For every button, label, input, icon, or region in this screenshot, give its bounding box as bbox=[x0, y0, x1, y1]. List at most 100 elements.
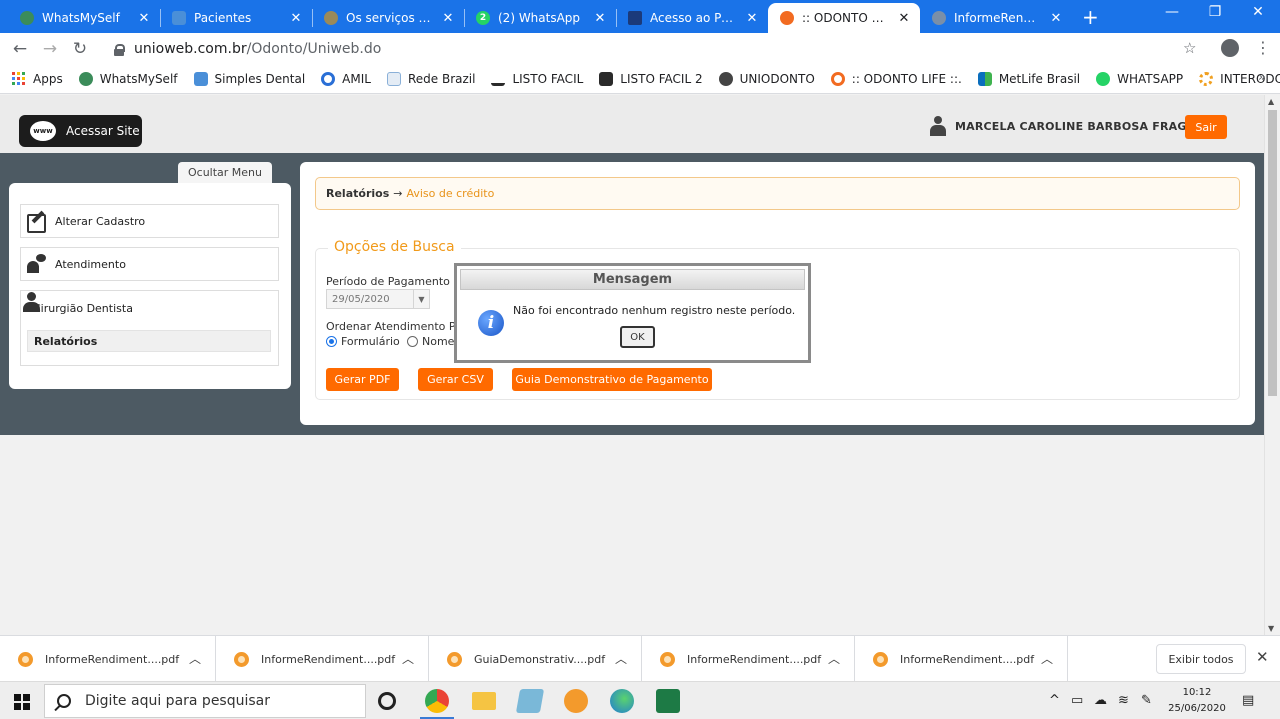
user-icon bbox=[930, 116, 946, 136]
bookmark-whatsapp[interactable]: WHATSAPP bbox=[1096, 71, 1183, 86]
access-site-button[interactable]: www Acessar Site bbox=[19, 115, 142, 147]
scrollbar-thumb[interactable] bbox=[1268, 110, 1277, 396]
forward-button[interactable]: → bbox=[39, 38, 61, 60]
bookmark-star-icon[interactable]: ☆ bbox=[1183, 39, 1196, 57]
close-icon[interactable]: ✕ bbox=[744, 11, 760, 26]
wifi-icon[interactable]: ≋ bbox=[1118, 693, 1129, 708]
logout-button[interactable]: Sair bbox=[1185, 115, 1227, 139]
show-all-downloads-button[interactable]: Exibir todos bbox=[1156, 644, 1246, 674]
notification-icon[interactable]: ▤ bbox=[1242, 693, 1254, 708]
tab-acesso-portal[interactable]: Acesso ao Portal - ✕ bbox=[616, 3, 768, 33]
browser-menu-icon[interactable]: ⋮ bbox=[1255, 38, 1271, 57]
download-item[interactable]: InformeRendiment....pdf ︿ bbox=[642, 636, 855, 682]
download-item[interactable]: InformeRendiment....pdf ︿ bbox=[855, 636, 1068, 682]
tab-whatsapp[interactable]: 2 (2) WhatsApp ✕ bbox=[464, 3, 616, 33]
bookmark-metlife[interactable]: MetLife Brasil bbox=[977, 71, 1080, 86]
sidebar-item-atendimento[interactable]: Atendimento bbox=[20, 247, 279, 281]
bookmark-listo-facil[interactable]: LISTO FACIL bbox=[491, 71, 583, 86]
close-icon[interactable]: ✕ bbox=[136, 11, 152, 26]
close-icon[interactable]: ✕ bbox=[1256, 648, 1269, 666]
order-radio-nome[interactable]: Nome bbox=[407, 335, 454, 348]
bookmark-listo-facil-2[interactable]: LISTO FACIL 2 bbox=[599, 71, 703, 86]
bookmark-simples-dental[interactable]: Simples Dental bbox=[193, 71, 306, 86]
bookmark-odonto-life[interactable]: :: ODONTO LIFE ::. bbox=[830, 71, 962, 86]
page-scrollbar[interactable]: ▲ ▼ bbox=[1264, 95, 1280, 635]
chevron-up-icon[interactable]: ︿ bbox=[1041, 650, 1053, 667]
generate-csv-button[interactable]: Gerar CSV bbox=[418, 368, 493, 391]
payment-period-value: 29/05/2020 bbox=[332, 293, 390, 305]
bookmark-uniodonto[interactable]: UNIODONTO bbox=[718, 71, 815, 86]
tab-whatsmyself[interactable]: WhatsMySelf ✕ bbox=[8, 3, 160, 33]
scroll-up-arrow-icon[interactable]: ▲ bbox=[1268, 97, 1274, 106]
tray-expand-icon[interactable]: ^ bbox=[1049, 693, 1060, 708]
odonto-app-icon[interactable] bbox=[564, 689, 588, 713]
bookmark-rede-brazil[interactable]: Rede Brazil bbox=[386, 71, 475, 86]
edge-icon[interactable] bbox=[610, 689, 634, 713]
download-item[interactable]: GuiaDemonstrativ....pdf ︿ bbox=[429, 636, 642, 682]
radio-selected-icon[interactable] bbox=[326, 336, 337, 347]
tab-informe-rendimento[interactable]: InformeRendiment ✕ bbox=[920, 3, 1072, 33]
pen-icon[interactable]: ✎ bbox=[1141, 693, 1152, 708]
hide-menu-tab[interactable]: Ocultar Menu bbox=[178, 162, 272, 184]
payment-period-select[interactable]: 29/05/2020 ▼ bbox=[326, 289, 430, 309]
odonto-life-favicon-icon bbox=[780, 11, 794, 25]
close-window-button[interactable]: ✕ bbox=[1238, 4, 1278, 20]
bookmark-whatsmyself[interactable]: WhatsMySelf bbox=[78, 71, 178, 86]
breadcrumb-root[interactable]: Relatórios bbox=[326, 187, 389, 200]
breadcrumb-arrow-icon: → bbox=[393, 187, 403, 200]
bookmarks-bar: Apps WhatsMySelf Simples Dental AMIL Red… bbox=[0, 64, 1280, 94]
bookmark-label: AMIL bbox=[342, 71, 371, 86]
close-icon[interactable]: ✕ bbox=[592, 11, 608, 26]
radio-unselected-icon[interactable] bbox=[407, 336, 418, 347]
chevron-up-icon[interactable]: ︿ bbox=[828, 650, 840, 667]
close-icon[interactable]: ✕ bbox=[1048, 11, 1064, 26]
chevron-down-icon[interactable]: ▼ bbox=[413, 290, 429, 308]
tab-os-servicos[interactable]: Os serviços dos Pl ✕ bbox=[312, 3, 464, 33]
close-icon[interactable]: ✕ bbox=[288, 11, 304, 26]
download-filename: InformeRendiment....pdf bbox=[900, 652, 1035, 666]
sidebar-item-cirurgiao-dentista[interactable]: Cirurgião Dentista bbox=[21, 291, 278, 325]
system-clock[interactable]: 10:12 25/06/2020 bbox=[1168, 685, 1226, 717]
order-radio-formulario[interactable]: Formulário bbox=[326, 335, 400, 348]
chevron-up-icon[interactable]: ︿ bbox=[402, 650, 414, 667]
file-explorer-icon[interactable] bbox=[472, 692, 496, 710]
restore-button[interactable]: ❐ bbox=[1195, 4, 1235, 20]
bookmarks-overflow-button[interactable]: » bbox=[1258, 70, 1266, 85]
cloud-icon[interactable]: ☁ bbox=[1094, 693, 1107, 708]
tab-pacientes[interactable]: Pacientes ✕ bbox=[160, 3, 312, 33]
sidebar-item-alterar-cadastro[interactable]: Alterar Cadastro bbox=[20, 204, 279, 238]
sidebar-subitem-relatorios[interactable]: Relatórios bbox=[27, 330, 271, 352]
bookmark-amil[interactable]: AMIL bbox=[321, 71, 371, 86]
battery-icon[interactable]: ▭ bbox=[1071, 693, 1083, 708]
download-item[interactable]: InformeRendiment....pdf ︿ bbox=[216, 636, 429, 682]
scroll-down-arrow-icon[interactable]: ▼ bbox=[1268, 624, 1274, 633]
download-item[interactable]: InformeRendiment....pdf ︿ bbox=[0, 636, 216, 682]
task-view-icon[interactable] bbox=[378, 692, 396, 710]
excel-icon[interactable] bbox=[656, 689, 680, 713]
sidebar-group-cirurgiao-dentista: Cirurgião Dentista Relatórios bbox=[20, 290, 279, 366]
new-tab-button[interactable]: + bbox=[1082, 5, 1099, 29]
address-bar[interactable]: unioweb.com.br /Odonto/Uniweb.do bbox=[100, 36, 1210, 62]
chevron-up-icon[interactable]: ︿ bbox=[615, 650, 627, 667]
minimize-button[interactable]: — bbox=[1152, 4, 1192, 20]
tab-odonto-life[interactable]: :: ODONTO LIFE ::. ✕ bbox=[768, 3, 920, 33]
notes-app-icon[interactable] bbox=[515, 689, 545, 713]
close-icon[interactable]: ✕ bbox=[440, 11, 456, 26]
bookmark-apps[interactable]: Apps bbox=[12, 71, 63, 86]
generate-pdf-button[interactable]: Gerar PDF bbox=[326, 368, 399, 391]
bookmark-interodonto[interactable]: INTERODONTO bbox=[1199, 71, 1280, 86]
tab-label: Pacientes bbox=[194, 11, 252, 25]
windows-start-icon[interactable] bbox=[14, 694, 30, 710]
ok-button[interactable]: OK bbox=[620, 326, 655, 348]
dialog-title: Mensagem bbox=[460, 269, 805, 290]
bookmark-label: Simples Dental bbox=[214, 71, 306, 86]
chrome-icon[interactable] bbox=[425, 689, 449, 713]
close-icon[interactable]: ✕ bbox=[896, 11, 912, 26]
reload-button[interactable]: ↻ bbox=[69, 38, 91, 60]
payment-guide-button[interactable]: Guia Demonstrativo de Pagamento bbox=[512, 368, 712, 391]
portal-favicon-icon bbox=[628, 11, 642, 25]
taskbar-search-input[interactable]: Digite aqui para pesquisar bbox=[44, 684, 366, 718]
profile-avatar-icon[interactable] bbox=[1221, 39, 1239, 57]
back-button[interactable]: ← bbox=[9, 38, 31, 60]
chevron-up-icon[interactable]: ︿ bbox=[189, 650, 201, 667]
